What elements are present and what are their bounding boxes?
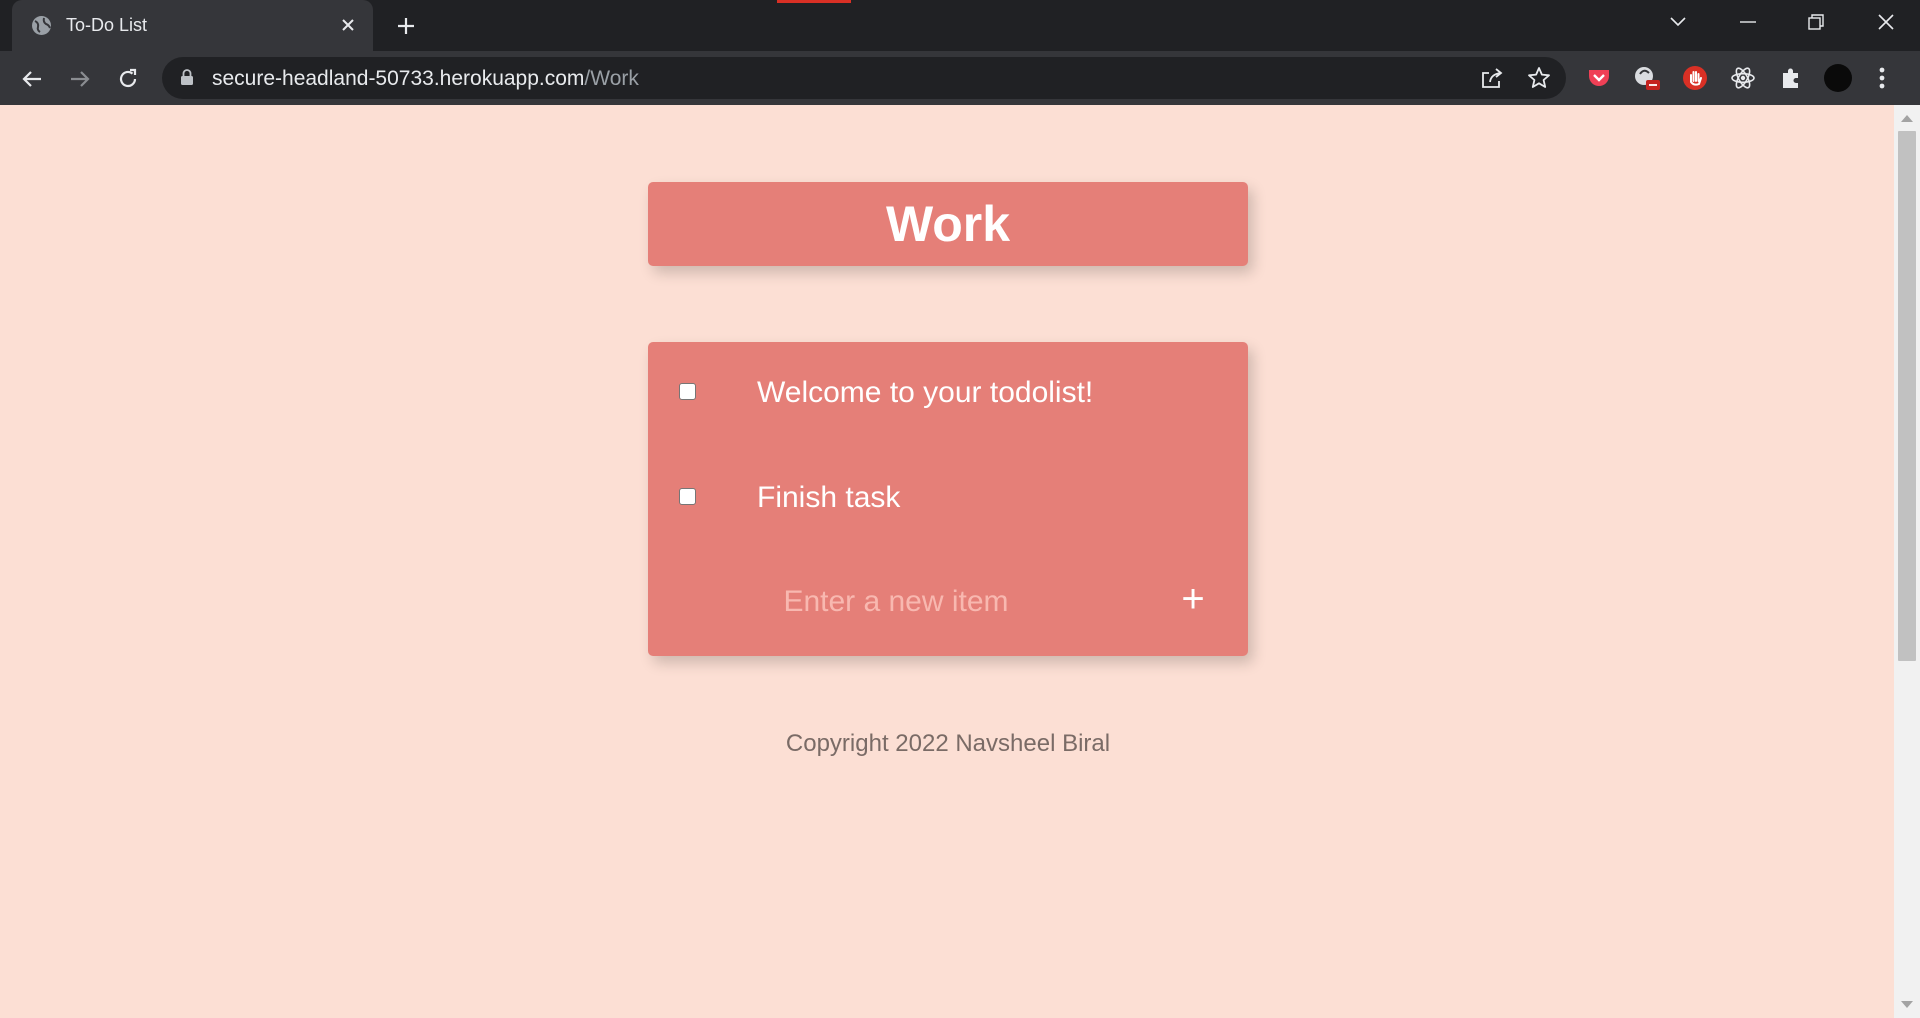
new-item-input[interactable]: [736, 577, 1056, 627]
page-viewport: Work Welcome to your todolist! Finish ta…: [0, 105, 1894, 1018]
footer-copyright: Copyright 2022 Navsheel Biral: [785, 730, 1111, 757]
close-tab-icon[interactable]: [337, 14, 359, 36]
url-path: /Work: [584, 67, 639, 90]
back-arrow-icon[interactable]: [16, 63, 48, 95]
todo-item-text: Welcome to your todolist!: [757, 376, 1094, 409]
scroll-up-arrow-icon[interactable]: [1901, 115, 1913, 122]
reload-icon[interactable]: [112, 63, 144, 95]
pocket-icon[interactable]: [1585, 64, 1613, 92]
list-heading-box: Work: [648, 182, 1248, 266]
tab-strip: To-Do List: [0, 0, 1920, 51]
todo-item: Finish task: [648, 467, 1248, 527]
todo-item: Welcome to your todolist!: [648, 362, 1248, 422]
lock-icon[interactable]: [180, 69, 194, 85]
browser-toolbar: secure-headland-50733.herokuapp.com/Work: [0, 51, 1920, 105]
restore-window-icon[interactable]: [1784, 0, 1848, 44]
url-text: secure-headland-50733.herokuapp.com/Work: [212, 67, 639, 91]
extension-badge-icon[interactable]: [1633, 64, 1661, 92]
globe-icon: [31, 15, 52, 36]
todo-list-box: Welcome to your todolist! Finish task +: [648, 342, 1248, 656]
scrollbar-thumb[interactable]: [1898, 131, 1916, 661]
forward-arrow-icon[interactable]: [64, 63, 96, 95]
add-item-button[interactable]: +: [1168, 574, 1218, 624]
minimize-window-icon[interactable]: [1716, 0, 1780, 44]
todo-item-text: Finish task: [757, 481, 901, 514]
todo-item-checkbox[interactable]: [679, 488, 696, 505]
url-host: secure-headland-50733.herokuapp.com: [212, 67, 585, 90]
share-icon[interactable]: [1479, 65, 1505, 91]
profile-avatar[interactable]: [1824, 64, 1852, 92]
extensions-puzzle-icon[interactable]: [1777, 64, 1805, 92]
new-tab-button[interactable]: [392, 12, 420, 40]
scroll-down-arrow-icon[interactable]: [1901, 1001, 1913, 1008]
star-icon[interactable]: [1526, 65, 1552, 91]
list-title: Work: [885, 196, 1011, 252]
tab-strip-indicator: [777, 0, 851, 3]
hand-stop-icon[interactable]: [1681, 64, 1709, 92]
more-menu-icon[interactable]: [1872, 64, 1892, 92]
tab-search-icon[interactable]: [1646, 0, 1710, 44]
react-devtools-icon[interactable]: [1729, 64, 1757, 92]
todo-item-checkbox[interactable]: [679, 383, 696, 400]
close-window-icon[interactable]: [1854, 0, 1918, 44]
tab-title: To-Do List: [66, 15, 148, 35]
page-scrollbar[interactable]: [1894, 105, 1920, 1018]
browser-tab[interactable]: To-Do List: [12, 0, 373, 51]
address-bar[interactable]: secure-headland-50733.herokuapp.com/Work: [162, 57, 1566, 99]
